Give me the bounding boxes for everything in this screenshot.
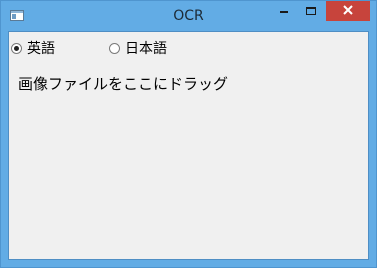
minimize-icon [280, 11, 288, 13]
maximize-button[interactable] [298, 1, 324, 21]
japanese-radio-label[interactable]: 日本語 [125, 38, 167, 58]
radio-checked-icon[interactable] [11, 42, 22, 54]
japanese-radio[interactable]: 日本語 [109, 39, 167, 57]
english-radio-label[interactable]: 英語 [27, 38, 55, 58]
radio-unchecked-icon[interactable] [109, 42, 120, 54]
english-radio[interactable]: 英語 [11, 39, 55, 57]
close-button[interactable] [326, 1, 370, 21]
client-area: 英語 日本語 画像ファイルをここにドラッグ [8, 31, 369, 260]
minimize-button[interactable] [270, 1, 298, 21]
maximize-icon [306, 7, 316, 15]
app-window: OCR 英語 日本語 画像ファイルをここにドラッグ [0, 0, 377, 268]
drop-area-label: 画像ファイルをここにドラッグ [18, 75, 229, 93]
close-icon [343, 5, 353, 15]
title-bar[interactable]: OCR [1, 1, 376, 31]
